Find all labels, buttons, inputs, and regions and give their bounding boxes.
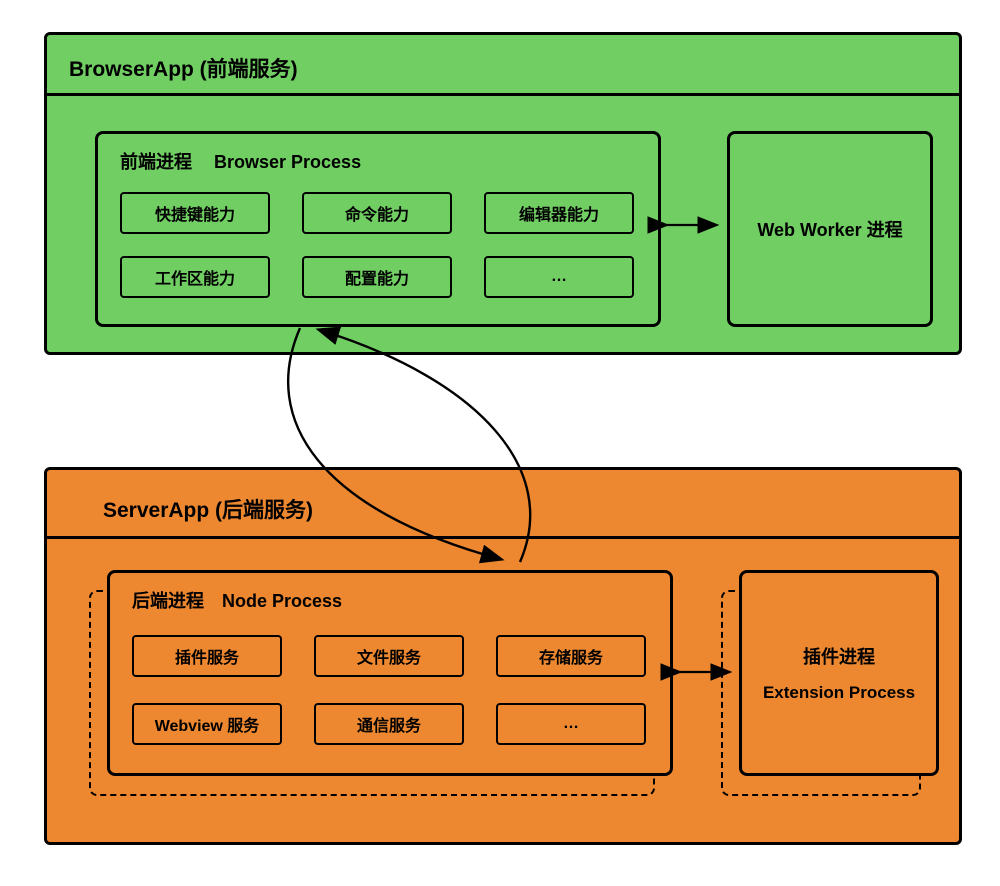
browser-app-container: BrowserApp (前端服务) 前端进程 Browser Process 快… <box>44 32 962 355</box>
service-row: Webview 服务 通信服务 … <box>132 703 646 745</box>
extension-process-box: 插件进程 Extension Process <box>739 570 939 776</box>
service-webview: Webview 服务 <box>132 703 282 745</box>
architecture-diagram: BrowserApp (前端服务) 前端进程 Browser Process 快… <box>0 0 1000 886</box>
capability-more: … <box>484 256 634 298</box>
web-worker-label: Web Worker 进程 <box>757 216 902 242</box>
capability-editor: 编辑器能力 <box>484 192 634 234</box>
web-worker-box: Web Worker 进程 <box>727 131 933 327</box>
capability-row: 快捷键能力 命令能力 编辑器能力 <box>120 192 634 234</box>
capability-config: 配置能力 <box>302 256 452 298</box>
capability-shortcut: 快捷键能力 <box>120 192 270 234</box>
service-more: … <box>496 703 646 745</box>
service-plugin: 插件服务 <box>132 635 282 677</box>
node-process-cn-label: 后端进程 <box>132 587 204 613</box>
node-process-header: 后端进程 Node Process <box>132 587 342 613</box>
server-app-container: ServerApp (后端服务) 后端进程 Node Process 插件服务 … <box>44 467 962 845</box>
service-comm: 通信服务 <box>314 703 464 745</box>
browser-process-cn-label: 前端进程 <box>120 148 192 174</box>
extension-process-cn-label: 插件进程 <box>803 643 875 669</box>
browser-process-en-label: Browser Process <box>214 152 361 173</box>
capability-row: 工作区能力 配置能力 … <box>120 256 634 298</box>
node-process-en-label: Node Process <box>222 591 342 612</box>
browser-process-box: 前端进程 Browser Process 快捷键能力 命令能力 编辑器能力 工作… <box>95 131 661 327</box>
browser-app-title: BrowserApp (前端服务) <box>69 53 298 83</box>
extension-process-en-label: Extension Process <box>763 683 915 703</box>
service-storage: 存储服务 <box>496 635 646 677</box>
service-row: 插件服务 文件服务 存储服务 <box>132 635 646 677</box>
divider <box>47 93 959 96</box>
server-app-title: ServerApp (后端服务) <box>103 494 313 524</box>
browser-process-header: 前端进程 Browser Process <box>120 148 361 174</box>
capability-workspace: 工作区能力 <box>120 256 270 298</box>
divider <box>47 536 959 539</box>
service-file: 文件服务 <box>314 635 464 677</box>
capability-command: 命令能力 <box>302 192 452 234</box>
node-process-box: 后端进程 Node Process 插件服务 文件服务 存储服务 Webview… <box>107 570 673 776</box>
